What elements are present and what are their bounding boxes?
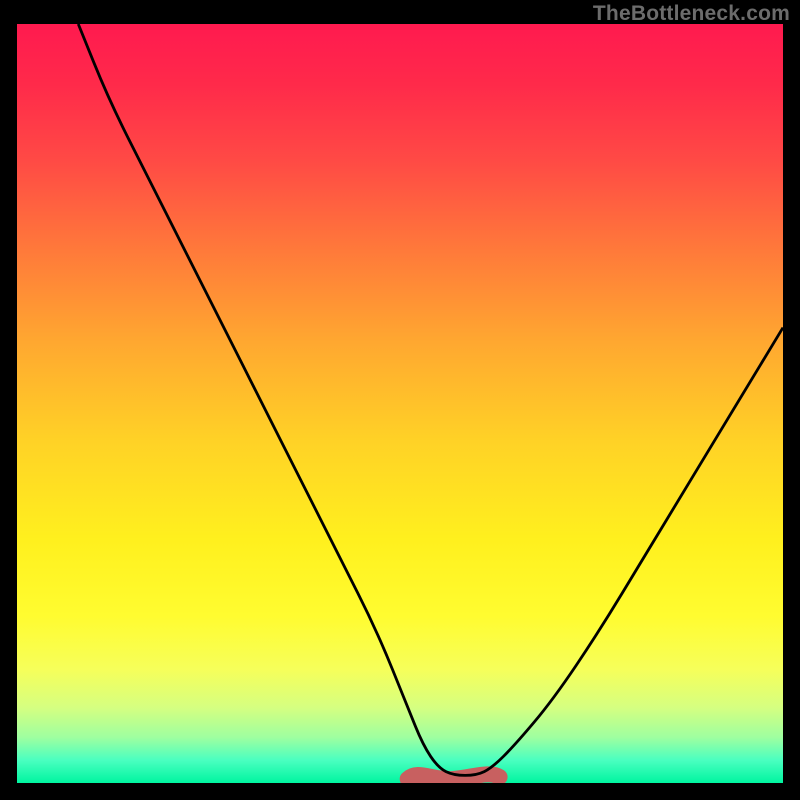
watermark-text: TheBottleneck.com <box>593 2 790 26</box>
curve-svg <box>17 24 783 783</box>
chart-frame: TheBottleneck.com <box>0 0 800 800</box>
plot-area <box>17 24 783 783</box>
bottleneck-curve <box>78 24 783 775</box>
